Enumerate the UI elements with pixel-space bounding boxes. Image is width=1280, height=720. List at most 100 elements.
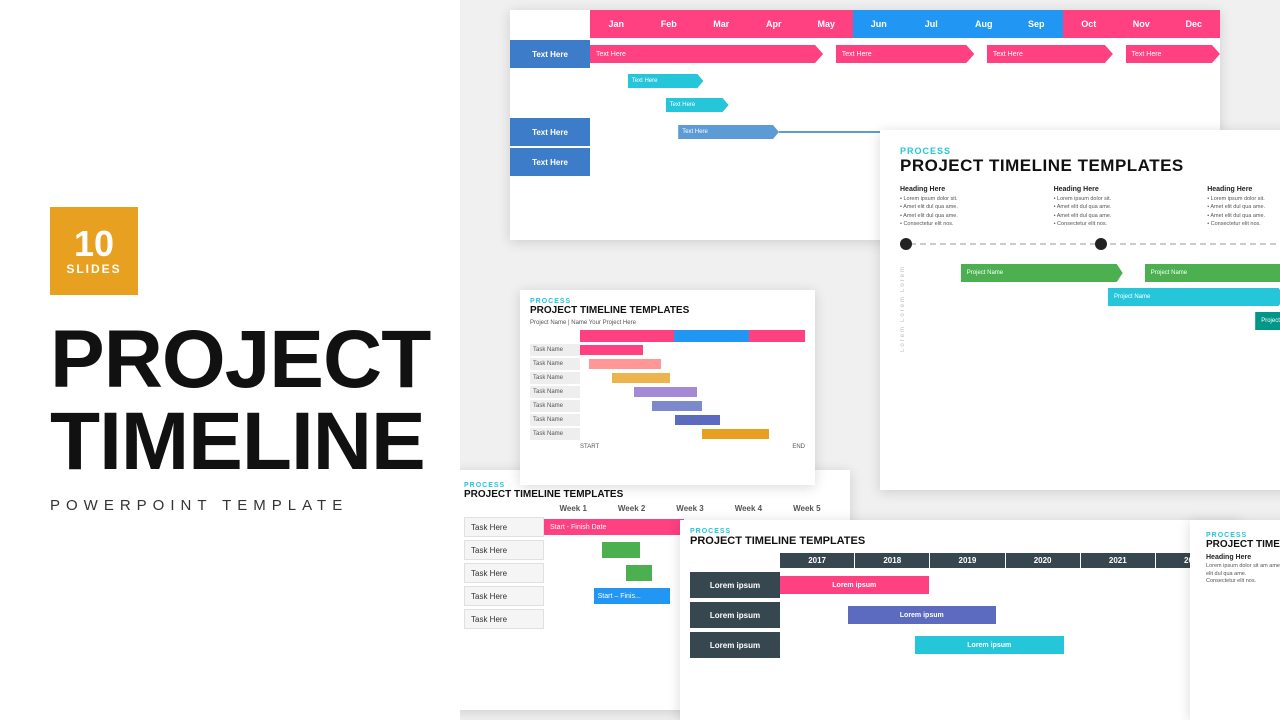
dark-row-3: Lorem ipsum Lorem ipsum <box>690 632 1230 658</box>
botright-hd-title-1: Heading Here <box>1206 554 1280 561</box>
cm9 <box>730 330 749 342</box>
task-bar-2 <box>602 542 640 558</box>
start-label: START <box>580 444 599 450</box>
hd-body-2: • Lorem ipsum dolor sit.• Amet elit dul … <box>1054 195 1200 228</box>
ctask-row-1: Task Name <box>530 344 805 356</box>
task-bar-4: Start – Finis... <box>594 588 670 604</box>
ctask-area-5 <box>580 400 805 412</box>
ctask-area-2 <box>580 358 805 370</box>
task-label-5: Task Here <box>464 609 544 629</box>
ctask-label-1: Task Name <box>530 344 580 356</box>
dot-line <box>900 243 1280 245</box>
v-label-1: Lorem <box>900 265 920 292</box>
ctask-area-3 <box>580 372 805 384</box>
cm12 <box>786 330 805 342</box>
cm5 <box>655 330 674 342</box>
task-bar-text-1: Start - Finish Date <box>550 524 606 531</box>
main-title: PROJECT TIMELINE <box>50 319 430 483</box>
br-bar-row-1 <box>1206 596 1280 612</box>
week1: Week 1 <box>544 504 602 513</box>
start-end-spacer <box>599 444 792 450</box>
month-nov: Nov <box>1115 10 1168 38</box>
month-aug: Aug <box>958 10 1011 38</box>
process-label-botright: Process <box>1206 532 1280 539</box>
gantt-track-2: Project Name Project Name <box>924 288 1280 306</box>
ctask-area-1 <box>580 344 805 356</box>
end-label: END <box>792 444 805 450</box>
task-bar-text-4: Start – Finis... <box>598 593 641 600</box>
dark-label-3: Lorem ipsum <box>690 632 780 658</box>
week3: Week 3 <box>661 504 719 513</box>
dark-area-1: Lorem ipsum <box>780 572 1230 598</box>
ctask-label-3: Task Name <box>530 372 580 384</box>
slide-title-botleft: PROJECT TIMELINE TEMPLATES <box>464 489 836 500</box>
slide-title-center: PROJECT TIMELINE TEMPLATES <box>530 305 805 316</box>
bar-text-row3: Text Here <box>666 102 696 108</box>
gantt-bar-row4: Text Here <box>678 125 779 139</box>
cm2 <box>599 330 618 342</box>
heading-col-3: Heading Here • Lorem ipsum dolor sit.• A… <box>1207 186 1280 228</box>
process-label-mid: Process <box>900 146 1280 156</box>
center-months-header <box>580 330 805 342</box>
dot-2 <box>1095 238 1107 250</box>
gantt-label-row4: Text Here <box>510 118 590 146</box>
task-bar-3 <box>626 565 652 581</box>
gantt-tracks: Project Name Project Name Project Name P… <box>924 264 1280 354</box>
slide-dot-timeline-2[interactable]: Process PROJECT TIMELINE TEMPLATES Headi… <box>1190 520 1280 720</box>
dark-label-1: Lorem ipsum <box>690 572 780 598</box>
bar-text-row4: Text Here <box>678 129 708 135</box>
ctask-bar-3 <box>612 373 671 383</box>
ctask-area-6 <box>580 414 805 426</box>
gantt-bar-row2: Text Here <box>628 74 704 88</box>
gantt-track-3: Project Name Project Name <box>924 312 1280 330</box>
ctask-row-2: Task Name <box>530 358 805 370</box>
slide-count-label: SLIDES <box>66 262 121 276</box>
gantt-bar-row1-1: Text Here <box>590 45 823 63</box>
gantt-bars-with-labels: Lorem Lorem Lorem Project Name Project N… <box>900 264 1280 354</box>
month-jan: Jan <box>590 10 643 38</box>
month-sep: Sep <box>1010 10 1063 38</box>
dark-bar-2: Lorem ipsum <box>848 606 997 624</box>
dot-1 <box>900 238 912 250</box>
gantt-label-row1: Text Here <box>510 40 590 68</box>
week2: Week 2 <box>602 504 660 513</box>
br-bar-area-1 <box>1266 596 1280 612</box>
ctask-row-5: Task Name <box>530 400 805 412</box>
gantt-bar-row1-4: Text Here <box>1126 45 1221 63</box>
ctask-area-7 <box>580 428 805 440</box>
ctask-label-7: Task Name <box>530 428 580 440</box>
ctask-label-2: Task Name <box>530 358 580 370</box>
hd-title-2: Heading Here <box>1054 186 1200 193</box>
slide-gantt-center[interactable]: Process PROJECT TIMELINE TEMPLATES Proje… <box>520 290 815 485</box>
ctask-bar-4 <box>634 387 697 397</box>
dark-row-1: Lorem ipsum Lorem ipsum <box>690 572 1230 598</box>
dot-timeline-container <box>900 234 1280 254</box>
bar-text-row1-2: Text Here <box>836 51 872 58</box>
year-2017: 2017 <box>780 553 854 568</box>
slide-dot-timeline[interactable]: Process PROJECT TIMELINE TEMPLATES Headi… <box>880 130 1280 490</box>
slide-year-gantt[interactable]: Process PROJECT TIMELINE TEMPLATES 2017 … <box>680 520 1240 720</box>
proj-text-g1: Project Name <box>961 270 1003 276</box>
dark-area-2: Lorem ipsum <box>780 602 1230 628</box>
bar-text-row2: Text Here <box>628 78 658 84</box>
v-labels: Lorem Lorem Lorem <box>900 264 920 354</box>
gantt-bar-row1-3: Text Here <box>987 45 1113 63</box>
years-header: 2017 2018 2019 2020 2021 2022 <box>780 553 1230 568</box>
dark-bar-text-2: Lorem ipsum <box>900 612 944 619</box>
year-2020: 2020 <box>1006 553 1080 568</box>
bar-text-row1-3: Text Here <box>987 51 1023 58</box>
slide-title-mid: PROJECT TIMELINE TEMPLATES <box>900 156 1280 176</box>
ctask-row-7: Task Name <box>530 428 805 440</box>
title-line2: TIMELINE <box>50 401 430 483</box>
bar-text-row1-1: Text Here <box>590 51 626 58</box>
ctask-row-4: Task Name <box>530 386 805 398</box>
subtitle-text: POWERPOINT TEMPLATE <box>50 497 348 514</box>
hd-body-1: • Lorem ipsum dolor sit.• Amet elit dul … <box>900 195 1046 228</box>
slide-subtitle-center: Project Name | Name Your Project Here <box>530 320 805 326</box>
task-label-1: Task Here <box>464 517 544 537</box>
proj-text-t1: Project Name <box>1255 318 1280 324</box>
year-2019: 2019 <box>930 553 1004 568</box>
left-panel: 10 SLIDES PROJECT TIMELINE POWERPOINT TE… <box>0 0 460 720</box>
weeks-header: Week 1 Week 2 Week 3 Week 4 Week 5 <box>544 504 836 513</box>
slide-count-badge: 10 SLIDES <box>50 207 138 295</box>
